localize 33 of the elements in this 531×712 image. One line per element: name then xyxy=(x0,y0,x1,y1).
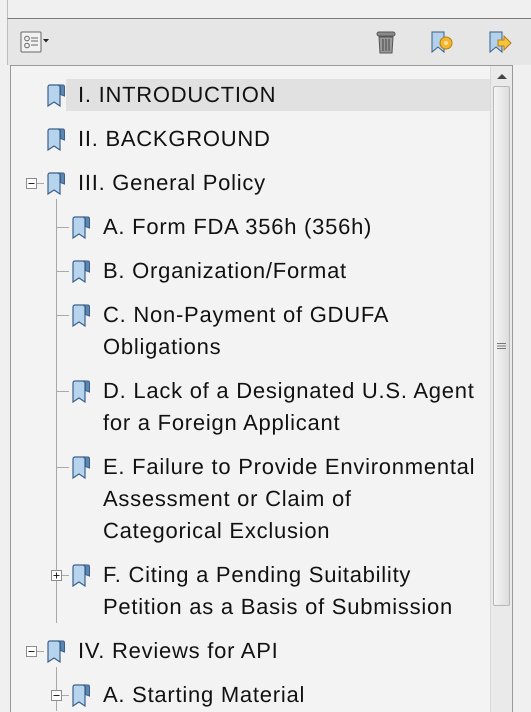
options-icon xyxy=(20,31,50,53)
bookmark-label[interactable]: A. Starting Material xyxy=(91,679,490,711)
scroll-up-icon[interactable] xyxy=(496,72,508,80)
bookmark-label[interactable]: III. General Policy xyxy=(66,167,490,199)
collapse-icon[interactable] xyxy=(26,178,37,188)
bookmark-label[interactable]: IV. Reviews for API xyxy=(66,635,490,667)
bookmark-icon xyxy=(71,216,91,240)
collapse-icon[interactable] xyxy=(26,646,37,656)
collapse-icon[interactable] xyxy=(51,690,62,700)
bookmark-label[interactable]: D. Lack of a Designated U.S. Agent for a Foreign Applicant xyxy=(91,375,490,439)
bookmark-label[interactable]: F. Citing a Pending Suitability Petition as a Basis of Submission xyxy=(91,559,490,623)
bookmark-icon xyxy=(71,564,91,588)
bookmark-icon xyxy=(46,84,66,108)
bookmark-icon xyxy=(71,456,91,480)
grip-icon xyxy=(497,342,506,350)
bookmark-label[interactable]: A. Form FDA 356h (356h) xyxy=(91,211,490,243)
bookmark-icon xyxy=(46,172,66,196)
bookmark-label[interactable]: E. Failure to Provide Environmental Assessment or Claim of Categorical Exclusion xyxy=(91,451,490,547)
bookmark-label[interactable]: II. BACKGROUND xyxy=(66,123,490,155)
bookmark-label[interactable]: I. INTRODUCTION xyxy=(66,79,490,111)
expand-icon[interactable] xyxy=(51,570,62,580)
bookmark-icon xyxy=(71,684,91,708)
bookmark-star-icon xyxy=(429,30,455,54)
bookmark-icon xyxy=(71,380,91,404)
bookmark-label[interactable]: C. Non-Payment of GDUFA Obligations xyxy=(91,299,490,363)
scrollbar-thumb[interactable] xyxy=(493,86,510,606)
bookmark-icon xyxy=(46,640,66,664)
trash-icon xyxy=(375,30,397,54)
bookmark-icon xyxy=(71,304,91,328)
bookmark-icon xyxy=(71,260,91,284)
bookmark-arrow-icon xyxy=(487,30,513,54)
bookmark-icon xyxy=(46,128,66,152)
bookmark-label[interactable]: B. Organization/Format xyxy=(91,255,490,287)
